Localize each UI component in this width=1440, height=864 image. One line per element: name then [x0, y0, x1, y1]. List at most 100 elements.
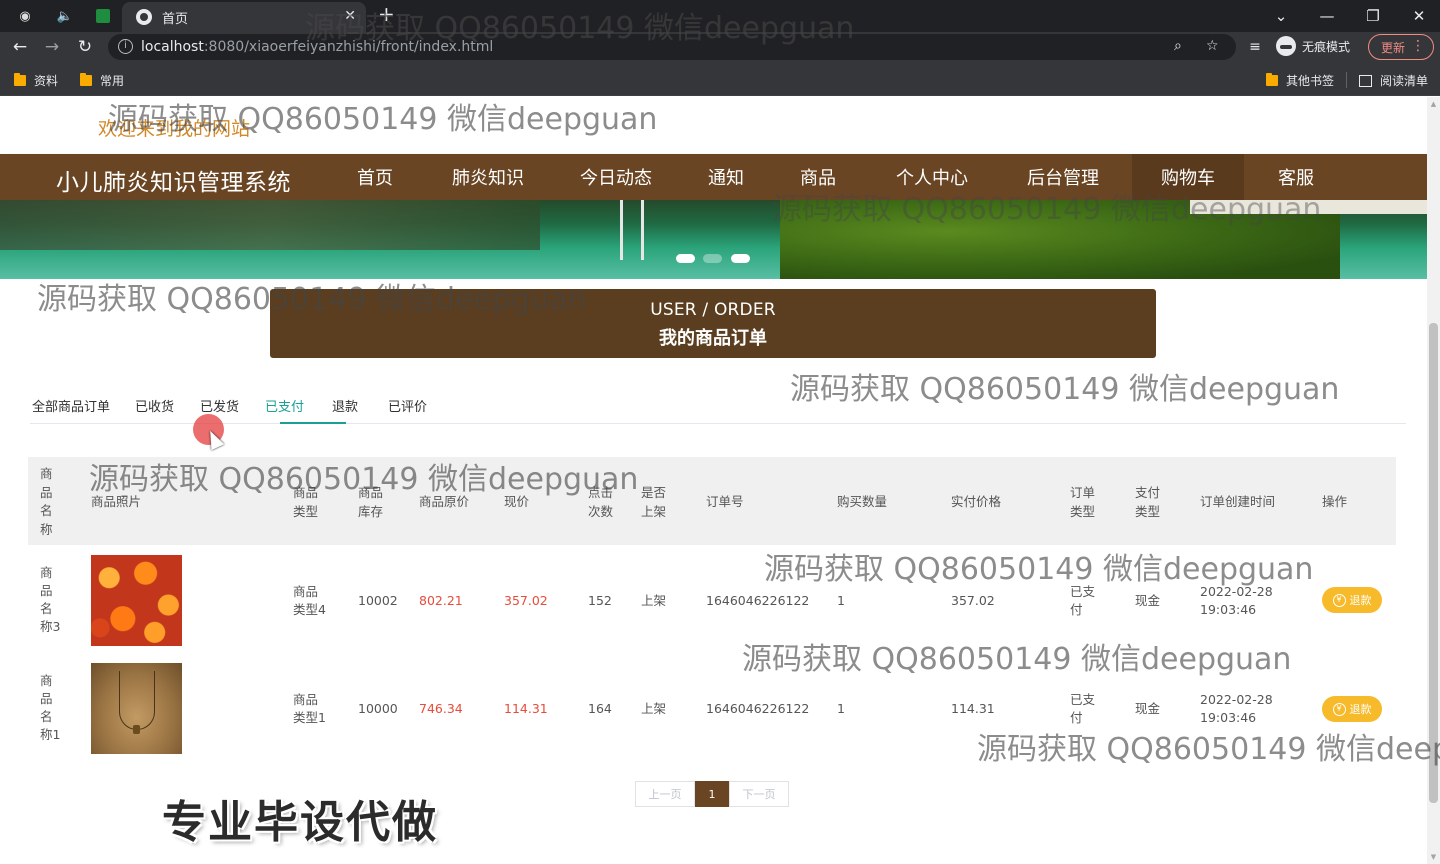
- next-page-button[interactable]: 下一页: [729, 781, 789, 807]
- carousel-dot-1[interactable]: [676, 254, 695, 263]
- product-image-flowers[interactable]: [91, 555, 182, 646]
- cell-name: 商 品 名 称1: [40, 673, 61, 742]
- folder-icon: [80, 73, 92, 86]
- cell-pay-type: 现金: [1135, 593, 1161, 608]
- zoom-search-icon[interactable]: ⌕: [1174, 38, 1182, 54]
- bookmark-folder-other[interactable]: 其他书签: [1266, 72, 1334, 89]
- tab-paid[interactable]: 已支付: [265, 396, 304, 415]
- bookmark-folder-changyong[interactable]: 常用: [80, 72, 124, 89]
- cell-order-no: 1646046226122: [706, 593, 810, 608]
- product-image-necklace[interactable]: [91, 663, 182, 754]
- reading-list-icon: [1359, 74, 1372, 87]
- restore-icon[interactable]: ❐: [1350, 0, 1396, 32]
- browser-tabstrip: ◉ 🔈 首页 ✕ + ⌄ — ❐ ✕: [0, 0, 1440, 32]
- cell-price: 802.21: [419, 593, 463, 608]
- col-header-price: 商品原价: [419, 494, 470, 509]
- tab-all-orders[interactable]: 全部商品订单: [32, 396, 110, 415]
- cell-type: 商品 类型1: [293, 692, 326, 725]
- url-text[interactable]: localhost:8080/xiaoerfeiyanzhishi/front/…: [141, 39, 493, 55]
- reload-icon[interactable]: ↻: [74, 36, 96, 58]
- pinned-tab-audio-icon[interactable]: 🔈: [48, 4, 82, 28]
- site-brand[interactable]: 小儿肺炎知识管理系统: [56, 163, 291, 197]
- back-arrow-icon[interactable]: ←: [9, 36, 31, 58]
- forward-arrow-icon[interactable]: →: [41, 36, 63, 58]
- pinned-tab-globe-icon[interactable]: ◉: [8, 4, 42, 28]
- col-header-current-price: 现价: [504, 494, 530, 509]
- tab-search-chevron-down-icon[interactable]: ⌄: [1258, 0, 1304, 32]
- cell-type: 商品 类型4: [293, 584, 326, 617]
- update-button[interactable]: 更新 ⋮: [1368, 34, 1434, 60]
- carousel-image-pier: [1190, 200, 1427, 214]
- carousel-dot-3[interactable]: [731, 254, 750, 263]
- bookmark-star-icon[interactable]: ☆: [1206, 38, 1219, 54]
- reading-list-icon[interactable]: ≡: [1244, 36, 1266, 58]
- refund-button[interactable]: ¥ 退款: [1322, 587, 1382, 613]
- carousel-dot-2[interactable]: [703, 254, 722, 263]
- active-tab[interactable]: 首页 ✕: [122, 2, 366, 32]
- window-close-icon[interactable]: ✕: [1396, 0, 1440, 32]
- nav-pneumonia-knowledge[interactable]: 肺炎知识: [438, 154, 538, 200]
- tab-title: 首页: [162, 11, 189, 27]
- nav-goods[interactable]: 商品: [782, 154, 854, 200]
- cell-paid: 357.02: [951, 593, 995, 608]
- hero-carousel[interactable]: [0, 200, 1427, 279]
- cell-created: 2022-02-28 19:03:46: [1200, 584, 1273, 617]
- col-header-order-type: 订单 类型: [1070, 485, 1096, 519]
- nav-personal-center[interactable]: 个人中心: [882, 154, 982, 200]
- col-header-qty: 购买数量: [837, 494, 888, 509]
- site-navbar: 小儿肺炎知识管理系统 首页 肺炎知识 今日动态 通知 商品 个人中心 后台管理 …: [0, 154, 1427, 200]
- promo-overlay-text: 专业毕设代做: [162, 797, 438, 848]
- nav-today-news[interactable]: 今日动态: [566, 154, 666, 200]
- bookmarks-divider: [1346, 72, 1347, 88]
- tab-reviewed[interactable]: 已评价: [388, 396, 427, 415]
- tab-close-icon[interactable]: ✕: [344, 8, 356, 24]
- col-header-paid: 实付价格: [951, 494, 1002, 509]
- order-status-tabs: 全部商品订单 已收货 已发货 已支付 退款 已评价: [30, 392, 1406, 424]
- update-label: 更新: [1381, 40, 1406, 55]
- page-scrollbar[interactable]: ▲ ▼: [1427, 97, 1440, 864]
- tab-refund[interactable]: 退款: [332, 396, 358, 415]
- pinned-tab-sheet-icon[interactable]: [86, 4, 120, 28]
- scroll-up-arrow-icon[interactable]: ▲: [1427, 97, 1440, 111]
- refund-button[interactable]: ¥ 退款: [1322, 696, 1382, 722]
- bookmark-folder-ziliao[interactable]: 资料: [14, 72, 58, 89]
- nav-cart[interactable]: 购物车: [1132, 154, 1244, 200]
- cell-onshelf: 上架: [641, 593, 667, 608]
- cell-order-type: 已支 付: [1070, 692, 1096, 725]
- col-header-pay-type: 支付 类型: [1135, 485, 1161, 519]
- col-header-onshelf: 是否 上架: [641, 485, 667, 519]
- scrollbar-thumb[interactable]: [1429, 323, 1438, 803]
- cell-order-type: 已支 付: [1070, 584, 1096, 617]
- col-header-clicks: 点击 次数: [588, 485, 614, 519]
- order-section-title: USER / ORDER 我的商品订单: [270, 289, 1156, 358]
- nav-notice[interactable]: 通知: [690, 154, 762, 200]
- carousel-image-rock: [0, 200, 540, 250]
- address-bar[interactable]: i localhost:8080/xiaoerfeiyanzhishi/fron…: [108, 34, 1236, 60]
- reading-list-button[interactable]: 阅读清单: [1359, 72, 1428, 89]
- order-title-cn: 我的商品订单: [659, 328, 767, 349]
- tab-received[interactable]: 已收货: [135, 396, 174, 415]
- nav-admin[interactable]: 后台管理: [1013, 154, 1113, 200]
- col-header-created: 订单创建时间: [1200, 494, 1276, 509]
- kebab-menu-icon: ⋮: [1411, 38, 1425, 54]
- tab-shipped[interactable]: 已发货: [200, 396, 239, 415]
- minimize-icon[interactable]: —: [1304, 0, 1350, 32]
- col-header-type: 商品 类型: [293, 485, 319, 519]
- cell-pay-type: 现金: [1135, 701, 1161, 716]
- scroll-down-arrow-icon[interactable]: ▼: [1427, 850, 1440, 864]
- cell-created: 2022-02-28 19:03:46: [1200, 692, 1273, 725]
- cell-price: 746.34: [419, 701, 463, 716]
- new-tab-plus-icon[interactable]: +: [378, 2, 395, 26]
- nav-customer-service[interactable]: 客服: [1260, 154, 1332, 200]
- cell-current-price: 114.31: [504, 701, 548, 716]
- col-header-action: 操作: [1322, 494, 1348, 509]
- incognito-indicator[interactable]: 无痕模式: [1276, 36, 1350, 56]
- cell-stock: 10002: [358, 593, 398, 608]
- nav-home[interactable]: 首页: [334, 154, 416, 200]
- order-title-en: USER / ORDER: [650, 300, 776, 320]
- page-1-button[interactable]: 1: [695, 781, 729, 807]
- col-header-order-no: 订单号: [706, 494, 744, 509]
- yen-icon: ¥: [1332, 593, 1346, 607]
- prev-page-button[interactable]: 上一页: [635, 781, 695, 807]
- site-info-icon[interactable]: i: [118, 39, 133, 54]
